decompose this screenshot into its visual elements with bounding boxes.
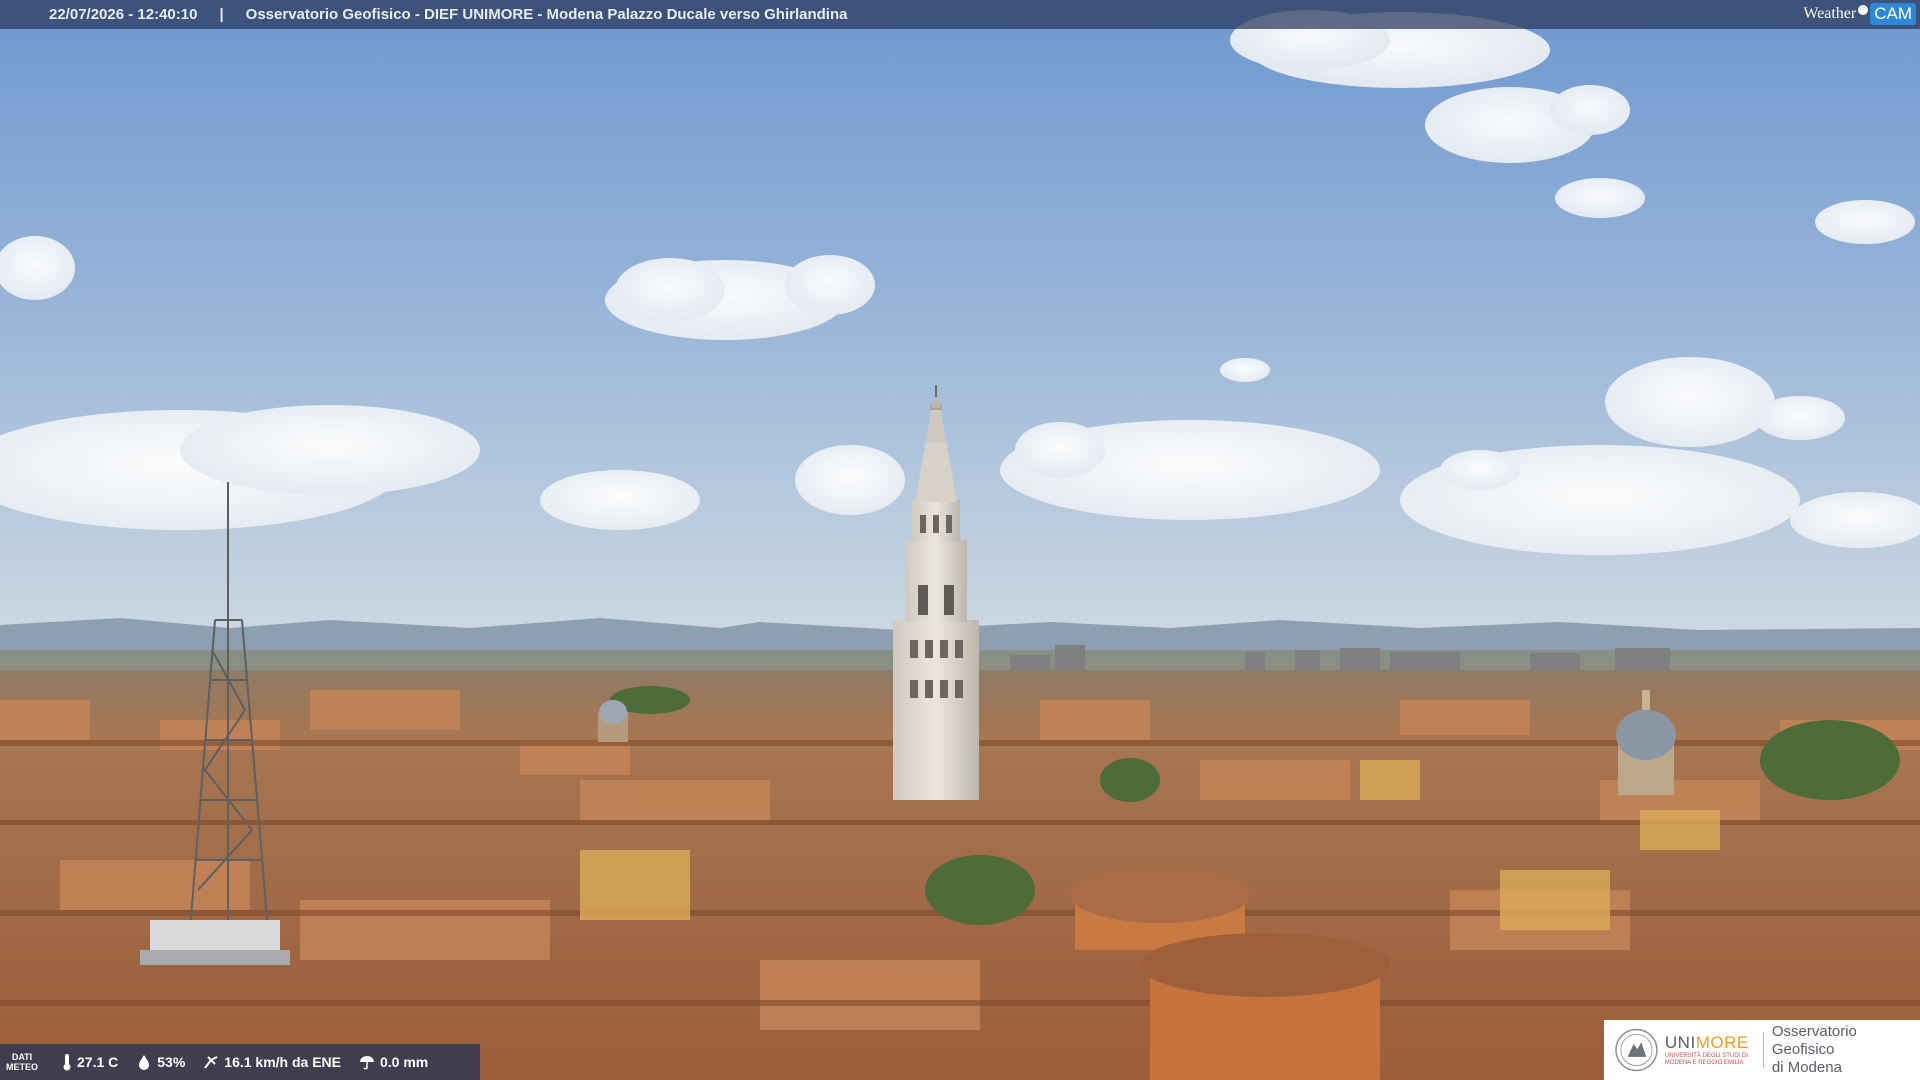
- mast-base: [140, 920, 290, 965]
- weather-data-bar: DATI METEO 27.1 C 53% 16.1 km/h da ENE 0…: [0, 1044, 480, 1080]
- weathercam-logo-badge: CAM: [1870, 3, 1916, 25]
- unimore-wordmark: UNIMORE UNIVERSITÀ DEGLI STUDI DI MODENA…: [1665, 1033, 1755, 1067]
- webcam-image: [0, 0, 1920, 1080]
- timestamp: 22/07/2026 - 12:40:10: [49, 6, 198, 23]
- unimore-subtitle: UNIVERSITÀ DEGLI STUDI DI MODENA E REGGI…: [1664, 1053, 1748, 1066]
- small-dome: [598, 700, 628, 742]
- camera-title: Osservatorio Geofisico - DIEF UNIMORE - …: [245, 6, 848, 23]
- weathercam-logo-text: Weather: [1803, 5, 1857, 22]
- weathercam-logo: Weather CAM: [1803, 2, 1916, 26]
- weathercam-dot-icon: [1858, 5, 1869, 15]
- unimore-suffix: MORE: [1695, 1033, 1749, 1052]
- university-seal-icon: [1615, 1028, 1658, 1072]
- unimore-logo: UNIMORE UNIVERSITÀ DEGLI STUDI DI MODENA…: [1604, 1020, 1920, 1080]
- unimore-prefix: UNI: [1664, 1033, 1696, 1052]
- humidity-reading: 53%: [136, 1054, 185, 1070]
- wind-reading: 16.1 km/h da ENE: [203, 1054, 341, 1070]
- humidity-value: 53%: [157, 1054, 186, 1070]
- wind-value: 16.1 km/h da ENE: [224, 1054, 341, 1070]
- rain-value: 0.0 mm: [380, 1054, 429, 1070]
- wind-icon: [204, 1056, 218, 1069]
- observatory-name: Osservatorio Geofisico di Modena: [1771, 1023, 1857, 1076]
- header-separator: |: [219, 6, 224, 23]
- humidity-drop-icon: [139, 1055, 150, 1070]
- header-bar: 22/07/2026 - 12:40:10 | Osservatorio Geo…: [0, 0, 1920, 29]
- temperature-value: 27.1 C: [77, 1054, 119, 1070]
- umbrella-icon: [360, 1056, 374, 1070]
- logo-divider: [1762, 1032, 1764, 1068]
- weather-data-label: DATI METEO: [5, 1052, 38, 1072]
- thermometer-icon: [63, 1054, 71, 1071]
- temperature-reading: 27.1 C: [62, 1053, 118, 1071]
- rain-reading: 0.0 mm: [359, 1054, 428, 1070]
